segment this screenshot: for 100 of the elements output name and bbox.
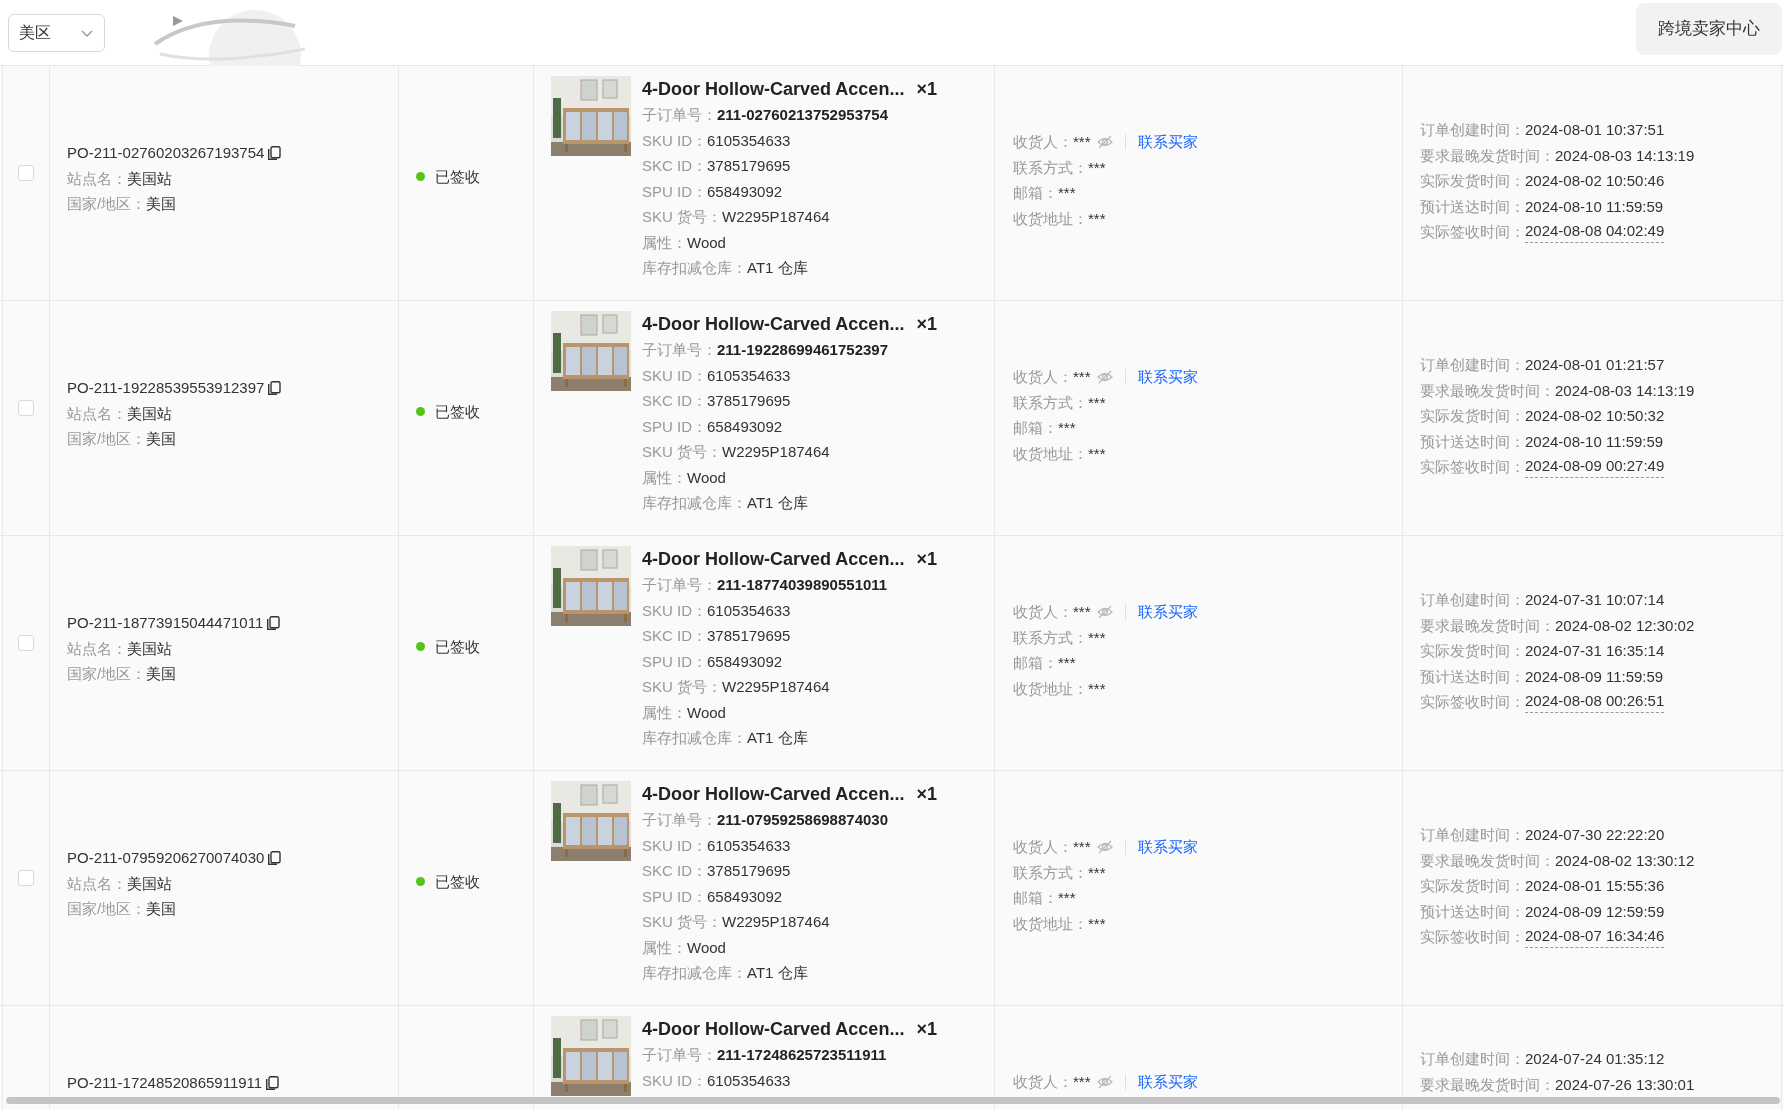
status-text: 已签收 <box>435 402 480 422</box>
field-label: 子订单号： <box>642 810 717 830</box>
field-label: 订单创建时间： <box>1420 120 1525 140</box>
field-label: SPU ID： <box>642 416 707 437</box>
copy-icon <box>268 380 282 395</box>
product-title: 4-Door Hollow-Carved Accen... <box>642 1018 905 1041</box>
field-value: *** <box>1058 183 1076 203</box>
field-value: Wood <box>687 232 726 253</box>
field-value: 2024-07-26 13:30:01 <box>1555 1074 1695 1095</box>
field-label: 站点名： <box>67 168 127 189</box>
field-value: 美国站 <box>127 638 172 659</box>
scrollbar[interactable] <box>6 1097 1780 1104</box>
field-label: 订单创建时间： <box>1420 590 1525 610</box>
order-number: PO-211-02760203267193754 <box>67 143 265 163</box>
field-value: 美国 <box>146 194 177 214</box>
field-label: 实际发货时间： <box>1420 641 1525 661</box>
checkbox[interactable] <box>18 400 34 416</box>
contact-buyer-link[interactable]: 联系买家 <box>1137 129 1198 155</box>
field-value: *** <box>1088 678 1106 699</box>
order-number: PO-211-18773915044471011 <box>67 613 264 633</box>
field-value: 211-18774039890551011 <box>717 575 888 595</box>
field-value: 211-07959258698874030 <box>717 810 888 830</box>
field-label: 实际签收时间： <box>1420 692 1525 712</box>
order-number: PO-211-19228539553912397 <box>67 378 265 398</box>
field-label: SKU ID： <box>642 835 707 856</box>
field-value: *** <box>1058 653 1076 673</box>
field-label: 要求最晚发货时间： <box>1420 380 1555 401</box>
field-value: *** <box>1088 627 1106 648</box>
field-value: 211-17248625723511911 <box>717 1045 887 1065</box>
field-label: 实际发货时间： <box>1420 406 1525 426</box>
field-label: SKU 货号： <box>642 207 722 227</box>
field-value: 美国站 <box>127 403 172 424</box>
field-value: 3785179695 <box>707 391 791 411</box>
field-label: 库存扣减仓库： <box>642 728 747 748</box>
field-label: 要求最晚发货时间： <box>1420 850 1555 871</box>
contact-buyer-link[interactable]: 联系买家 <box>1137 364 1198 390</box>
field-label: 子订单号： <box>642 340 717 360</box>
product-title: 4-Door Hollow-Carved Accen... <box>642 313 905 336</box>
field-label: 实际签收时间： <box>1420 222 1525 242</box>
field-label: 站点名： <box>67 638 127 659</box>
field-label: 子订单号： <box>642 105 717 125</box>
checkbox[interactable] <box>18 635 34 651</box>
status-text: 已签收 <box>435 637 480 657</box>
field-label: 属性： <box>642 467 687 488</box>
field-value: 211-02760213752953754 <box>717 105 888 125</box>
field-label: 预计送达时间： <box>1420 196 1525 217</box>
field-value: Wood <box>687 467 726 488</box>
field-label: 联系方式： <box>1013 862 1088 883</box>
field-value: 2024-07-31 10:07:14 <box>1525 590 1665 610</box>
contact-buyer-link[interactable]: 联系买家 <box>1137 599 1198 625</box>
checkbox[interactable] <box>18 165 34 181</box>
field-label: 子订单号： <box>642 575 717 595</box>
field-value: 2024-08-09 00:27:49 <box>1525 455 1665 479</box>
field-label: SKU 货号： <box>642 442 722 462</box>
field-label: 邮箱： <box>1013 418 1058 438</box>
eye-slash-icon <box>1096 1073 1113 1090</box>
field-label: 属性： <box>642 937 687 958</box>
field-value: 2024-08-03 14:13:19 <box>1555 145 1695 166</box>
field-label: 国家/地区： <box>67 899 147 919</box>
status-text: 已签收 <box>435 872 480 892</box>
field-label: 收货人： <box>1013 602 1073 622</box>
field-label: 联系方式： <box>1013 157 1088 178</box>
field-value: 658493092 <box>707 181 783 202</box>
field-label: SKU ID： <box>642 1070 707 1091</box>
copy-icon <box>268 850 282 865</box>
quantity: ×1 <box>916 1018 937 1041</box>
field-label: SPU ID： <box>642 886 707 907</box>
status-text: 已签收 <box>435 167 480 187</box>
contact-buyer-link[interactable]: 联系买家 <box>1137 1069 1198 1095</box>
field-value: *** <box>1073 602 1091 622</box>
field-label: 收货地址： <box>1013 678 1088 699</box>
checkbox[interactable] <box>18 870 34 886</box>
field-label: 实际签收时间： <box>1420 457 1525 477</box>
field-value: 2024-08-09 12:59:59 <box>1525 901 1665 922</box>
field-value: 2024-08-09 11:59:59 <box>1525 666 1664 687</box>
field-value: 美国 <box>146 664 177 684</box>
field-label: SKU 货号： <box>642 912 722 932</box>
product-title: 4-Door Hollow-Carved Accen... <box>642 548 905 571</box>
seller-center-button[interactable]: 跨境卖家中心 <box>1636 2 1782 55</box>
field-value: W2295P187464 <box>722 912 830 932</box>
field-label: 实际发货时间： <box>1420 876 1525 896</box>
region-dropdown[interactable]: 美区 <box>8 13 105 52</box>
field-value: 2024-08-08 00:26:51 <box>1525 690 1665 714</box>
field-label: 订单创建时间： <box>1420 1049 1525 1069</box>
field-label: 站点名： <box>67 403 127 424</box>
field-value: 美国站 <box>127 168 172 189</box>
field-value: W2295P187464 <box>722 207 830 227</box>
field-value: *** <box>1088 392 1106 413</box>
field-value: 2024-08-02 10:50:32 <box>1525 406 1665 426</box>
field-value: *** <box>1088 157 1106 178</box>
field-value: 3785179695 <box>707 626 791 646</box>
field-label: SKC ID： <box>642 861 707 881</box>
field-label: 邮箱： <box>1013 653 1058 673</box>
contact-buyer-link[interactable]: 联系买家 <box>1137 834 1198 860</box>
field-value: 2024-08-02 10:50:46 <box>1525 171 1665 191</box>
field-label: SPU ID： <box>642 181 707 202</box>
field-value: 2024-08-08 04:02:49 <box>1525 220 1665 244</box>
field-value: 2024-08-01 10:37:51 <box>1525 120 1665 140</box>
field-value: W2295P187464 <box>722 442 830 462</box>
field-value: 3785179695 <box>707 861 791 881</box>
